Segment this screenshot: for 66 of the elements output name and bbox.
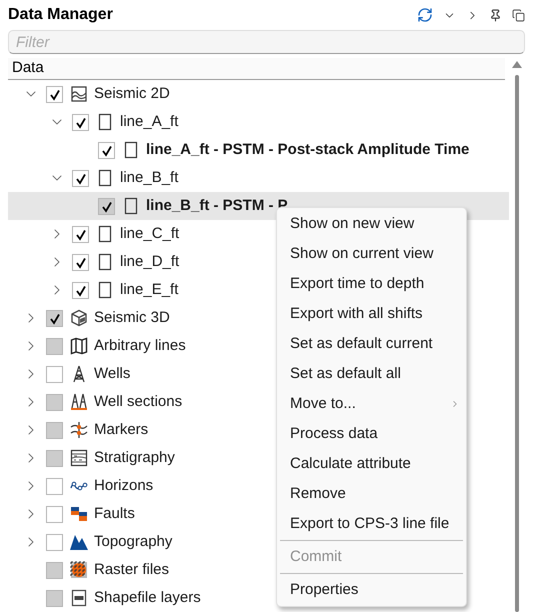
- cube-icon: [70, 309, 88, 327]
- checkmark-icon: [101, 200, 113, 212]
- checkmark-icon: [75, 284, 87, 296]
- tree-label[interactable]: Topography: [94, 530, 172, 554]
- page-icon: [96, 169, 114, 187]
- checkered-disc-icon: [70, 561, 88, 579]
- checkbox[interactable]: [72, 226, 89, 242]
- tree-label[interactable]: line_D_ft: [120, 250, 180, 274]
- offset-blocks-icon: [70, 505, 88, 523]
- mountain-icon: [70, 533, 88, 551]
- checkmark-icon: [75, 116, 87, 128]
- column-header[interactable]: Data: [8, 58, 505, 80]
- menu-item[interactable]: Export with all shifts: [277, 299, 466, 329]
- page-icon: [122, 141, 140, 159]
- menu-item[interactable]: Move to...: [277, 389, 466, 419]
- checkbox[interactable]: [46, 506, 63, 522]
- wave-image-icon: [70, 85, 88, 103]
- checkmark-icon: [101, 144, 113, 156]
- tree-label[interactable]: line_E_ft: [120, 278, 178, 302]
- checkbox[interactable]: [98, 142, 115, 158]
- panel-title: Data Manager: [8, 5, 114, 25]
- checkmark-icon: [49, 312, 61, 324]
- refresh-icon[interactable]: [417, 7, 433, 23]
- checkbox[interactable]: [46, 534, 63, 550]
- document-icon: [70, 589, 88, 607]
- page-icon: [96, 281, 114, 299]
- layers-icon: [70, 449, 88, 467]
- checkbox[interactable]: [72, 114, 89, 130]
- checkbox[interactable]: [72, 282, 89, 298]
- menu-item[interactable]: Set as default current: [277, 329, 466, 359]
- tree-label[interactable]: line_C_ft: [120, 222, 180, 246]
- tree-label[interactable]: line_A_ft - PSTM - Post-stack Amplitude Time: [146, 138, 470, 162]
- scroll-up-arrow-icon[interactable]: [511, 60, 523, 69]
- page-icon: [122, 197, 140, 215]
- tree-label[interactable]: Faults: [94, 502, 135, 526]
- tree-label[interactable]: Seismic 2D: [94, 82, 170, 106]
- menu-item[interactable]: Process data: [277, 419, 466, 449]
- checkmark-icon: [75, 228, 87, 240]
- menu-item[interactable]: Set as default all: [277, 359, 466, 389]
- checkbox[interactable]: [46, 366, 63, 382]
- tree-label[interactable]: Wells: [94, 362, 130, 386]
- folded-map-icon: [70, 337, 88, 355]
- checkbox[interactable]: [72, 170, 89, 186]
- restore-icon[interactable]: [512, 8, 525, 22]
- page-icon: [96, 225, 114, 243]
- checkbox[interactable]: [72, 254, 89, 270]
- tree-label[interactable]: Horizons: [94, 474, 154, 498]
- pin-icon[interactable]: [489, 8, 502, 22]
- derricks-icon: [70, 393, 88, 411]
- checkbox[interactable]: [46, 478, 63, 494]
- menu-item[interactable]: Remove: [277, 479, 466, 509]
- filter-field[interactable]: Filter: [8, 30, 525, 54]
- menu-item[interactable]: Properties: [277, 575, 466, 605]
- page-icon: [96, 113, 114, 131]
- page-icon: [96, 253, 114, 271]
- checkbox[interactable]: [46, 86, 63, 102]
- menu-item[interactable]: Export to CPS-3 line file: [277, 509, 466, 539]
- marker-curves-icon: [70, 421, 88, 439]
- tree-label[interactable]: line_B_ft: [120, 166, 178, 190]
- checkmark-icon: [49, 88, 61, 100]
- checkmark-icon: [75, 256, 87, 268]
- menu-item[interactable]: Export time to depth: [277, 269, 466, 299]
- checkmark-icon: [75, 172, 87, 184]
- menu-item[interactable]: Calculate attribute: [277, 449, 466, 479]
- tree-label[interactable]: line_A_ft: [120, 110, 178, 134]
- menu-item[interactable]: Show on current view: [277, 239, 466, 269]
